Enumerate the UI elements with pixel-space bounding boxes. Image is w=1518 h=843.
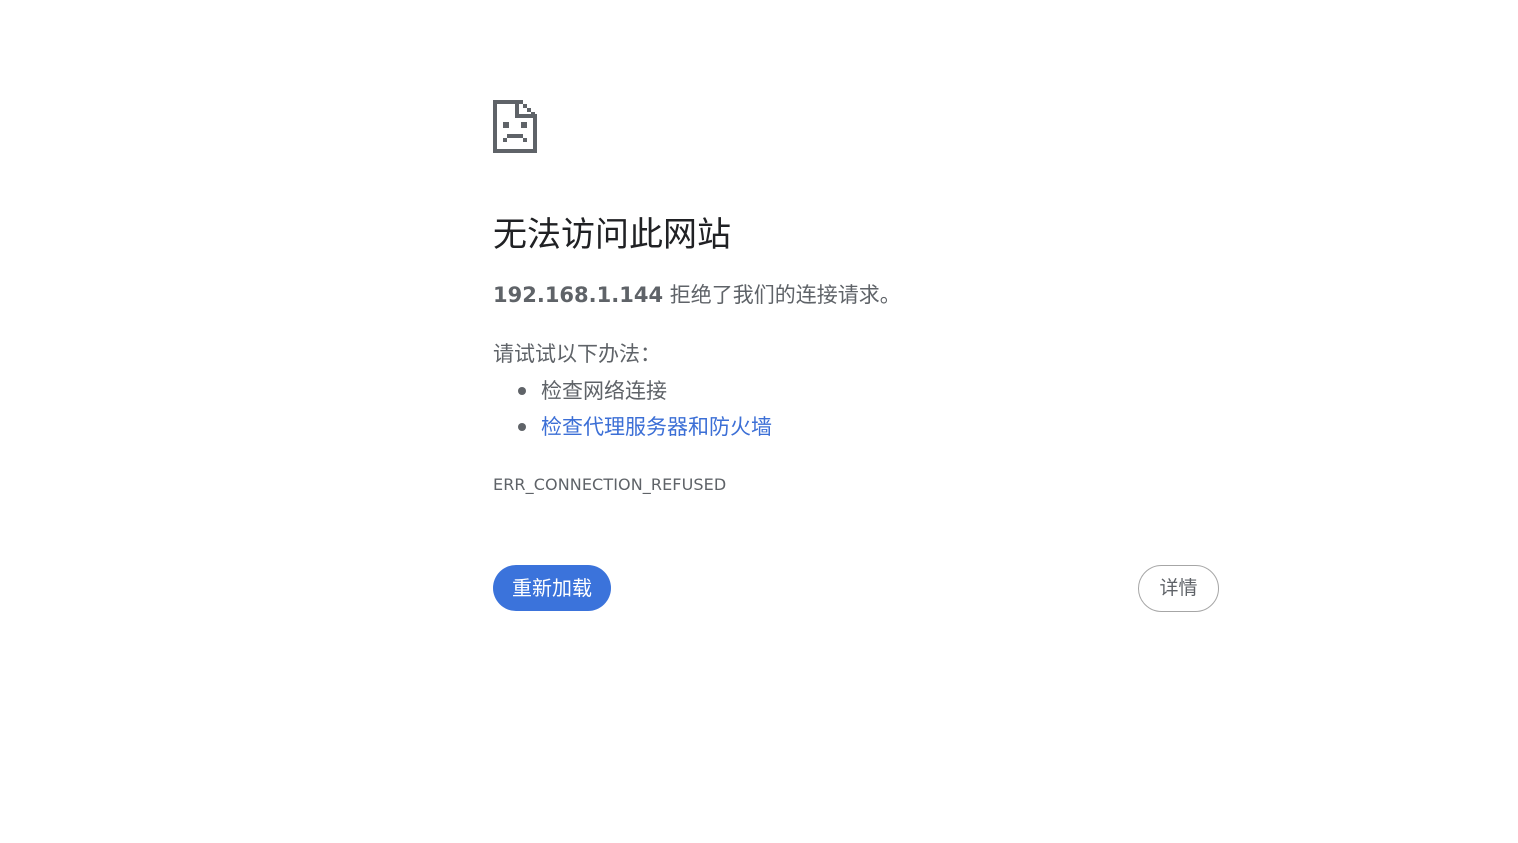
suggestion-check-proxy-firewall: 检查代理服务器和防火墙 xyxy=(493,409,772,445)
suggestions-list: 检查网络连接 检查代理服务器和防火墙 xyxy=(493,373,772,445)
bullet-icon xyxy=(518,423,526,431)
sad-page-icon xyxy=(493,100,537,153)
page-title: 无法访问此网站 xyxy=(493,215,731,255)
error-message: 拒绝了我们的连接请求。 xyxy=(663,283,901,307)
check-proxy-firewall-link[interactable]: 检查代理服务器和防火墙 xyxy=(541,415,772,439)
bullet-icon xyxy=(518,387,526,395)
error-code: ERR_CONNECTION_REFUSED xyxy=(493,475,727,494)
suggestion-check-network: 检查网络连接 xyxy=(493,373,772,409)
suggestion-label: 检查网络连接 xyxy=(541,379,667,403)
error-summary: 192.168.1.144 拒绝了我们的连接请求。 xyxy=(493,279,901,311)
suggestions-heading: 请试试以下办法： xyxy=(493,342,661,366)
error-host: 192.168.1.144 xyxy=(493,283,664,307)
details-button[interactable]: 详情 xyxy=(1138,565,1219,612)
reload-button[interactable]: 重新加载 xyxy=(493,565,611,611)
